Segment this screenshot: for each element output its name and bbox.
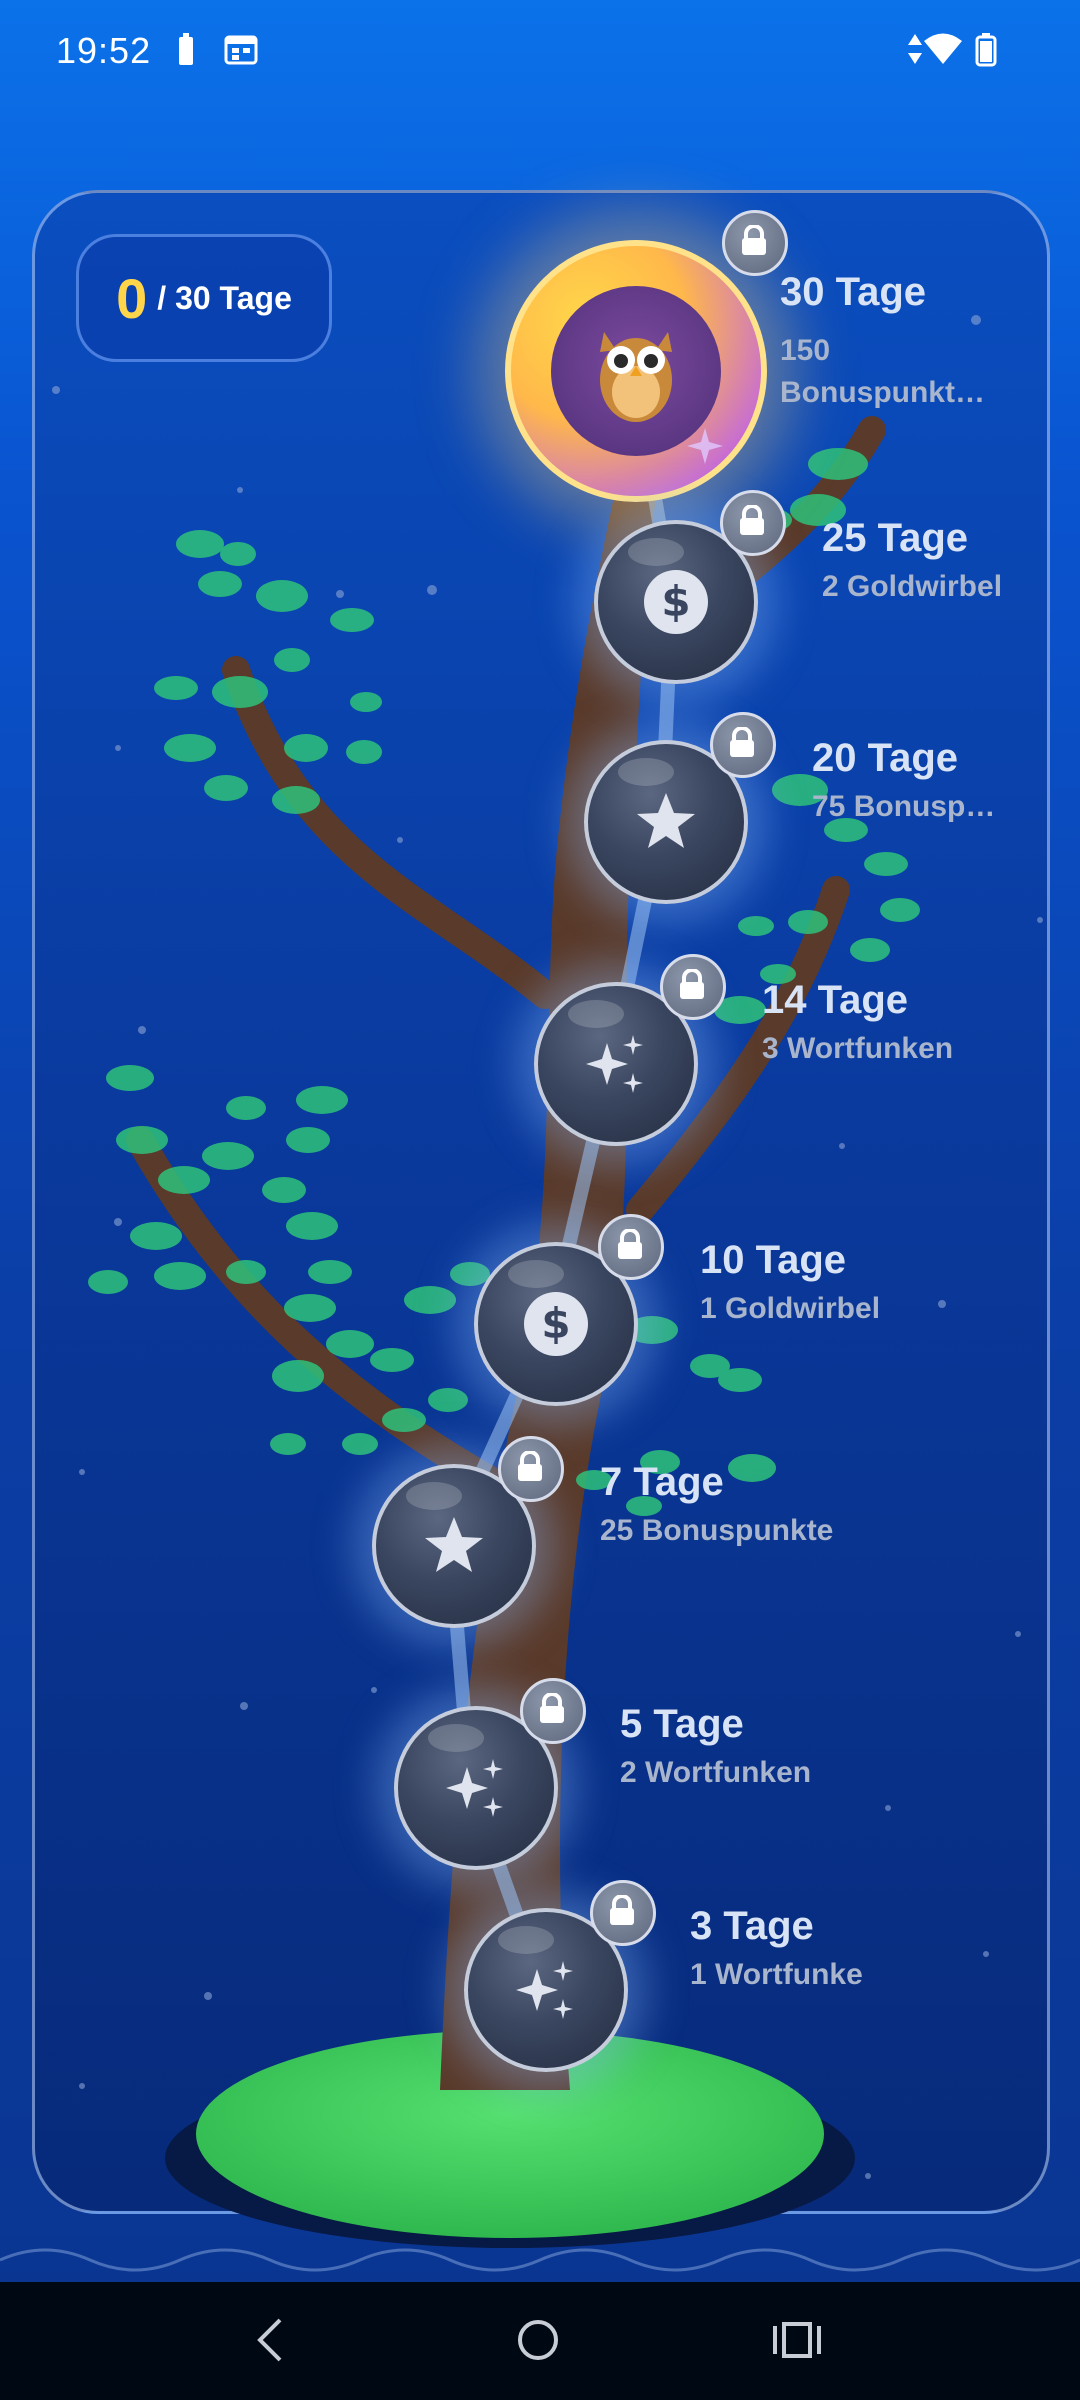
milestone-title: 20 Tage [812, 736, 958, 780]
milestone-reward: 75 Bonusp… [812, 790, 996, 823]
milestone-reward: 1 Wortfunke [690, 1958, 863, 1991]
lock-icon [710, 712, 776, 778]
milestone-reward: 2 Goldwirbel [822, 570, 1003, 603]
system-navigation-bar [0, 2282, 1080, 2400]
lock-icon [720, 490, 786, 556]
sparkles-icon [586, 1035, 643, 1093]
milestone-title: 7 Tage [600, 1460, 724, 1504]
lock-icon [598, 1214, 664, 1280]
owl-icon [600, 332, 672, 422]
sparkle-icon [687, 428, 723, 464]
back-icon[interactable] [250, 2312, 290, 2368]
streak-current: 0 [116, 266, 148, 330]
star-icon [425, 1517, 483, 1572]
svg-text:$: $ [541, 1299, 570, 1348]
milestone-title: 14 Tage [762, 978, 908, 1022]
milestone-title: 30 Tage [780, 270, 926, 314]
wave-decoration [0, 2248, 1080, 2272]
recents-icon[interactable] [770, 2312, 826, 2368]
lock-icon [520, 1678, 586, 1744]
dollar-icon: $ [524, 1292, 588, 1356]
dollar-icon: $ [644, 570, 708, 634]
star-icon [637, 793, 695, 848]
milestone-reward: 150 Bonuspunkt… [780, 334, 985, 409]
milestone-title: 25 Tage [822, 516, 968, 560]
milestone-reward: 2 Wortfunken [620, 1756, 812, 1789]
streak-total: / 30 Tage [157, 279, 292, 316]
home-icon[interactable] [510, 2312, 566, 2368]
lock-icon [590, 1880, 656, 1946]
svg-text:$: $ [661, 577, 690, 626]
sparkles-icon [446, 1759, 503, 1817]
milestone-reward: 1 Goldwirbel [700, 1292, 881, 1325]
lock-icon [722, 210, 788, 276]
milestone-reward: 25 Bonuspunkte [600, 1514, 834, 1547]
milestone-title: 5 Tage [620, 1702, 744, 1746]
milestone-title: 3 Tage [690, 1904, 814, 1948]
lock-icon [660, 954, 726, 1020]
milestone-title: 10 Tage [700, 1238, 846, 1282]
milestone-reward: 3 Wortfunken [762, 1032, 954, 1065]
owl-orb[interactable] [505, 240, 767, 502]
lock-icon [498, 1436, 564, 1502]
streak-counter: 0 / 30 Tage [76, 234, 332, 362]
sparkles-icon [516, 1961, 573, 2019]
